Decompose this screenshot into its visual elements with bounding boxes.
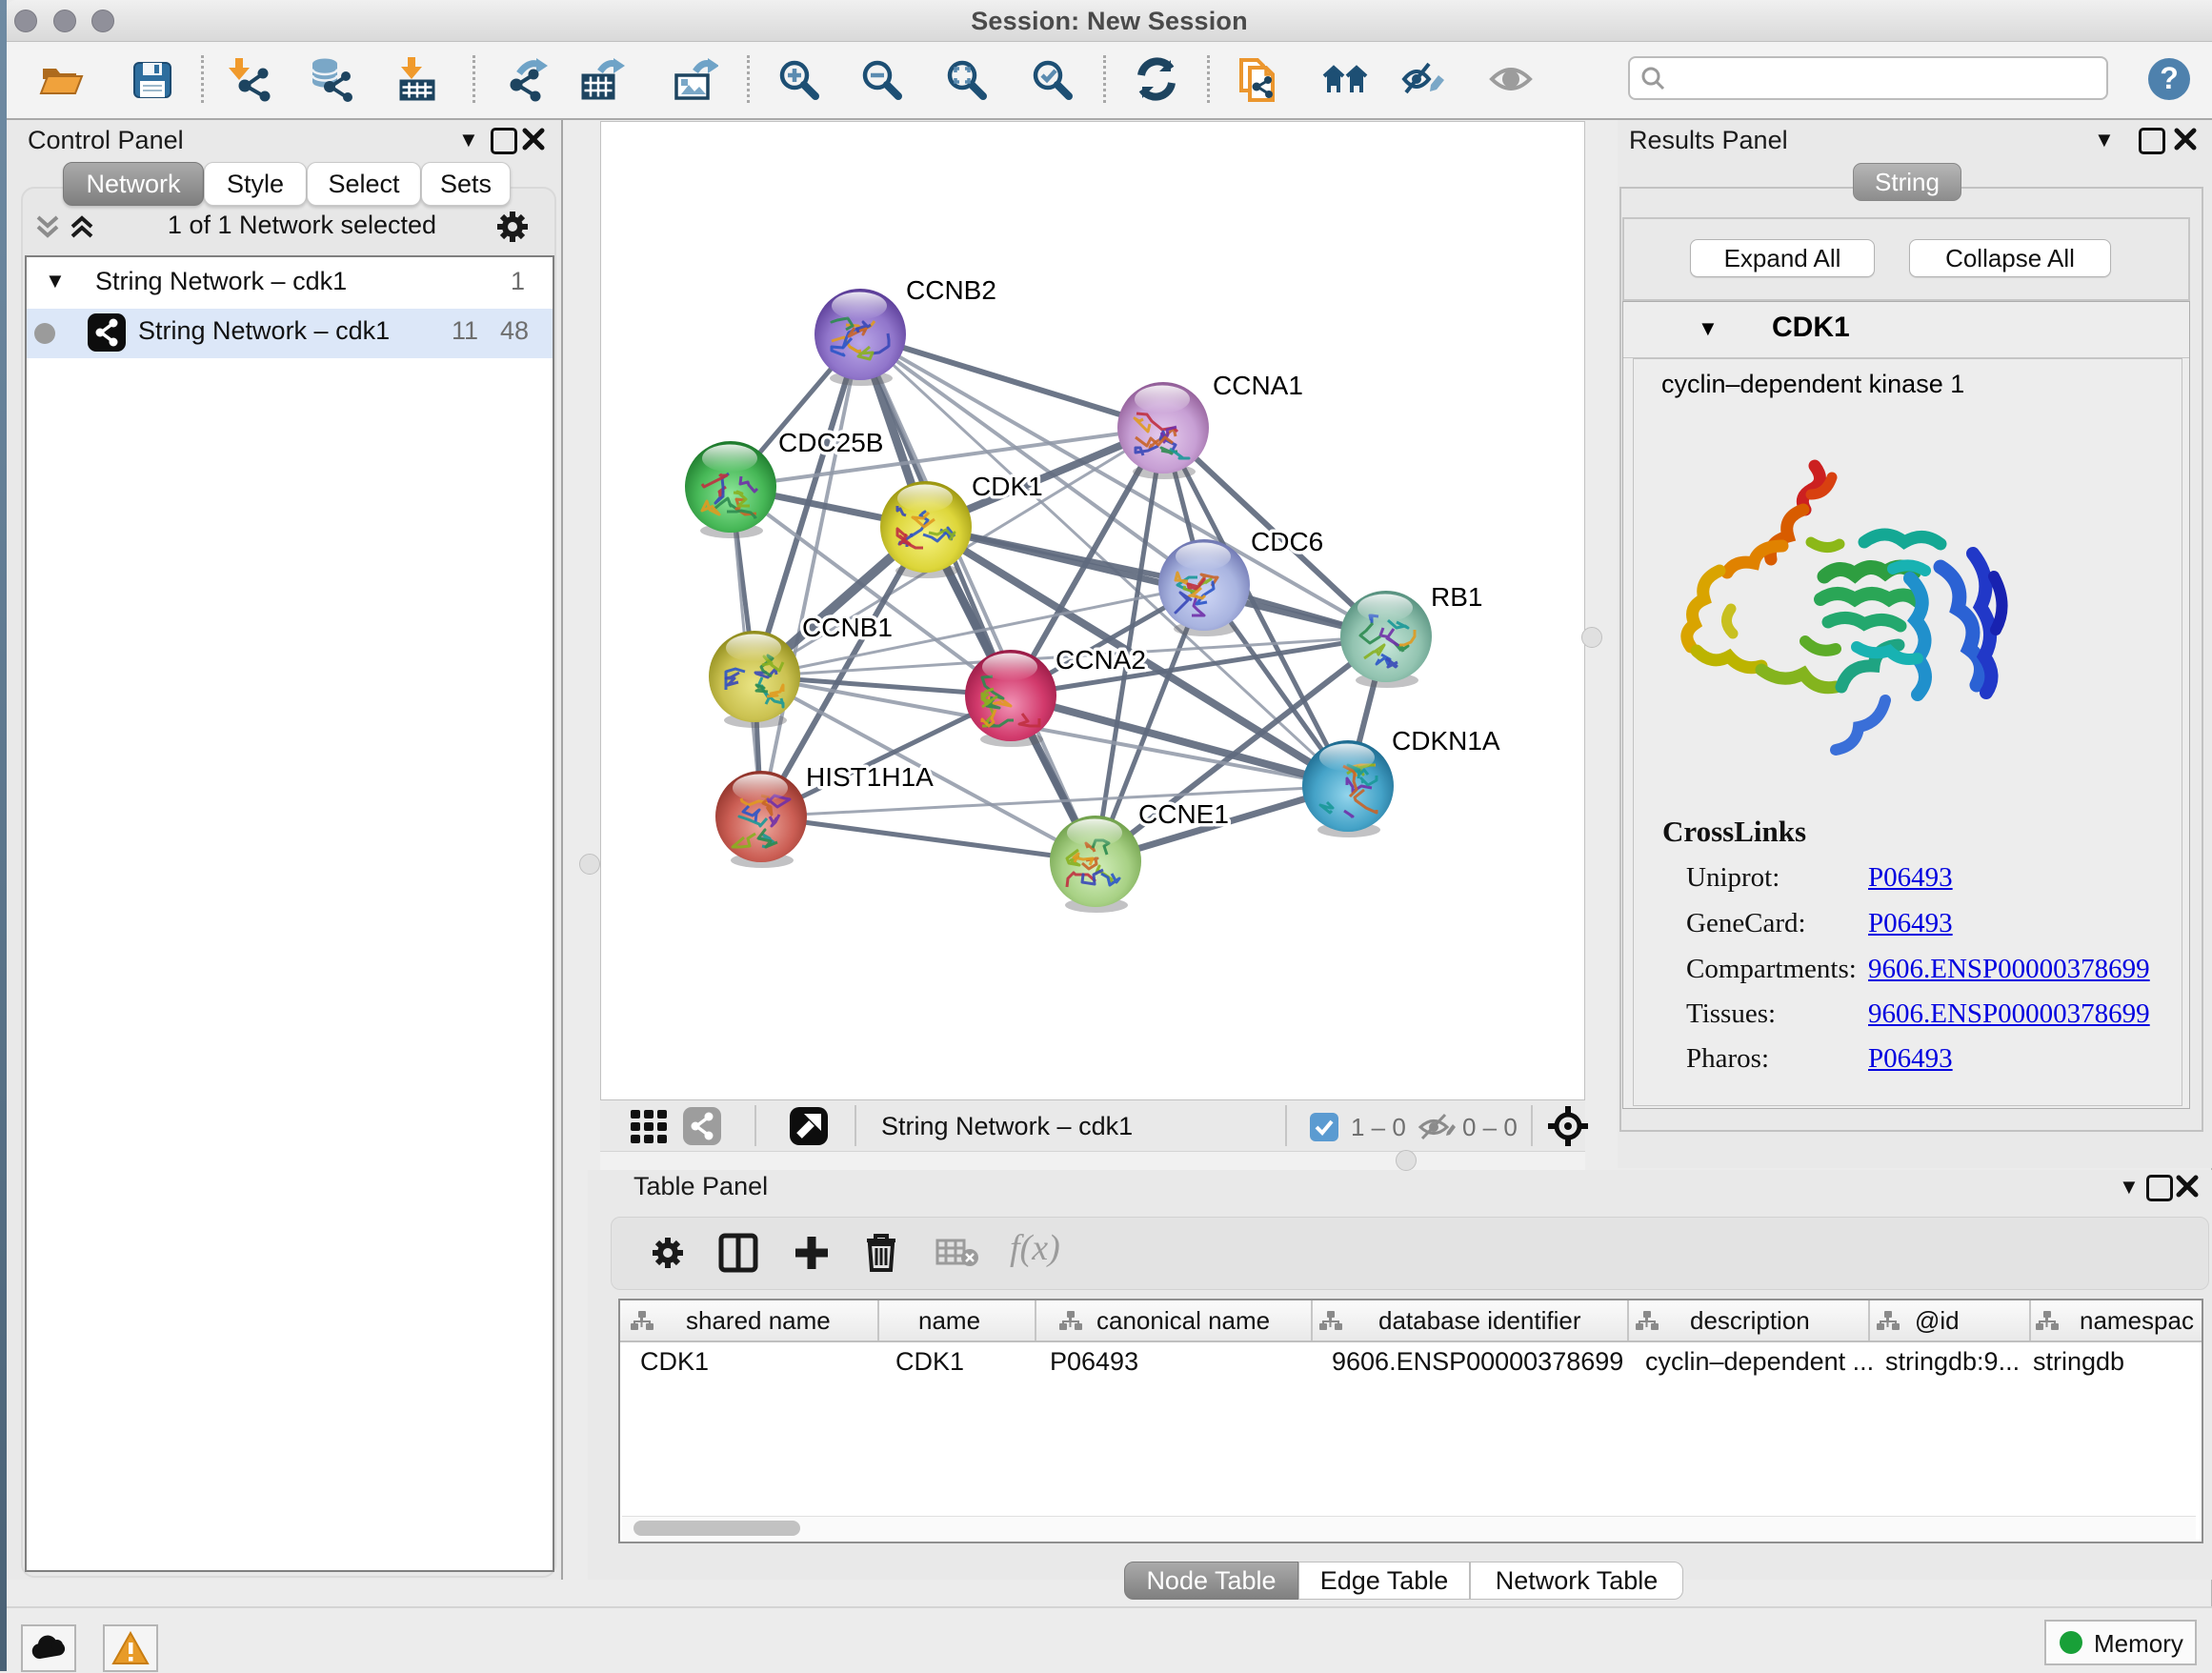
svg-text:CCNA1: CCNA1 bbox=[1213, 371, 1303, 400]
svg-text:CDK1: CDK1 bbox=[972, 472, 1043, 501]
svg-text:CCNB2: CCNB2 bbox=[906, 275, 996, 305]
svg-text:CDC25B: CDC25B bbox=[778, 428, 883, 457]
svg-text:HIST1H1A: HIST1H1A bbox=[806, 762, 934, 792]
svg-text:RB1: RB1 bbox=[1431, 582, 1482, 612]
svg-text:CCNB1: CCNB1 bbox=[802, 613, 893, 642]
svg-text:CDKN1A: CDKN1A bbox=[1392, 726, 1500, 756]
svg-text:CCNE1: CCNE1 bbox=[1138, 799, 1229, 829]
svg-text:?: ? bbox=[2160, 61, 2179, 95]
svg-text:CCNA2: CCNA2 bbox=[1056, 645, 1146, 675]
svg-text:CDC6: CDC6 bbox=[1251, 527, 1323, 556]
